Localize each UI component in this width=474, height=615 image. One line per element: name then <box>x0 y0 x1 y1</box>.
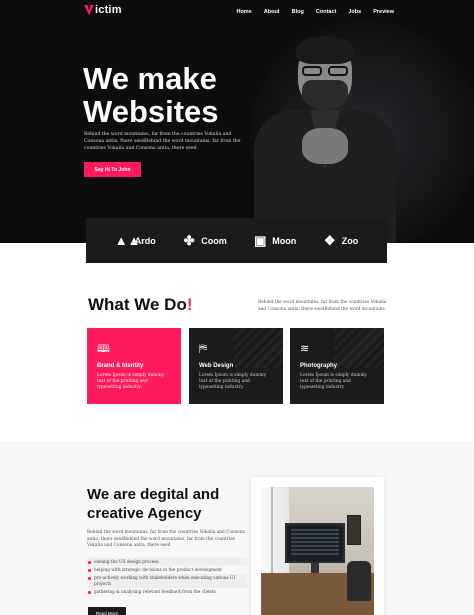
portrait-glasses <box>300 66 350 76</box>
nav-contact[interactable]: Contact <box>316 9 336 15</box>
partner-coom[interactable]: ✤ Coom <box>181 232 227 248</box>
nav-jobs[interactable]: Jobs <box>348 9 361 15</box>
service-card-title: Web Design <box>199 363 234 369</box>
nav-about[interactable]: About <box>264 9 280 15</box>
partner-label: Zoo <box>341 235 359 246</box>
agency-description: Behind the word mountains, far from the … <box>87 530 245 548</box>
list-item: owning the UX design process <box>87 558 247 566</box>
service-card-title: Brand & Identity <box>97 363 144 369</box>
logo-mark-icon <box>84 5 94 15</box>
say-hi-button[interactable]: Say Hi To John <box>84 162 141 177</box>
partner-moon[interactable]: ▣ Moon <box>252 232 297 248</box>
what-we-do-exclamation: ! <box>186 295 193 314</box>
ardo-logo-icon: ▲▲ <box>114 232 141 248</box>
hero-portrait-image <box>250 30 400 243</box>
agency-title-line2: creative Agency <box>87 505 202 522</box>
partner-label: Ardo <box>134 235 156 246</box>
hero-title-line1: We make <box>83 61 217 96</box>
layers-icon: ≋ <box>300 343 310 355</box>
hero-title: We make Websites <box>83 62 219 128</box>
book-icon: 🕮 <box>97 343 110 355</box>
partner-zoo[interactable]: ❖ Zoo <box>322 232 359 248</box>
read-more-button[interactable]: Read More <box>88 607 126 615</box>
service-card-text: Lorem Ipsum is simply dummy text of the … <box>300 373 367 390</box>
service-card-photography[interactable]: ≋ Photography Lorem Ipsum is simply dumm… <box>290 328 384 404</box>
logo-text: ictim <box>95 4 122 16</box>
portrait-hair <box>296 36 354 64</box>
photo-wall-frame <box>347 515 361 545</box>
what-we-do-title-text: What We Do <box>88 295 187 314</box>
moon-logo-icon: ▣ <box>254 232 267 248</box>
nav-blog[interactable]: Blog <box>292 9 304 15</box>
coom-logo-icon: ✤ <box>183 232 195 248</box>
photo-chair <box>347 561 371 601</box>
site-logo[interactable]: ictim <box>84 4 122 16</box>
photo-monitor <box>285 523 345 563</box>
partner-label: Coom <box>201 235 227 246</box>
list-item: gathering & analysing relevant feedback … <box>87 588 247 596</box>
agency-title: We are degital and creative Agency <box>87 485 257 523</box>
portrait-hands <box>302 128 348 164</box>
service-card-brand-identity[interactable]: 🕮 Brand & Identity Lorem Ipsum is simply… <box>87 328 181 404</box>
partner-label: Moon <box>272 235 297 246</box>
service-card-text: Lorem Ipsum is simply dummy text of the … <box>97 373 164 390</box>
hero-section: ictim Home About Blog Contact Jobs Previ… <box>0 0 474 243</box>
partner-logos-strip: ▲▲ Ardo ✤ Coom ▣ Moon ❖ Zoo <box>86 218 387 263</box>
portrait-beard <box>302 80 348 110</box>
partner-ardo[interactable]: ▲▲ Ardo <box>114 232 156 248</box>
service-card-title: Photography <box>300 363 337 369</box>
photo-monitor-stand <box>311 563 319 573</box>
list-item: pro-actively working with stakeholders w… <box>87 574 247 588</box>
agency-desk-photo <box>261 487 374 615</box>
zoo-logo-icon: ❖ <box>323 232 336 248</box>
list-item: helping with strategic decisions in the … <box>87 566 247 574</box>
hero-title-line2: Websites <box>83 94 219 129</box>
nav-preview[interactable]: Preview <box>373 9 394 15</box>
nav-home[interactable]: Home <box>236 9 251 15</box>
what-we-do-description: Behind the word mountains, far from the … <box>258 300 387 312</box>
main-nav: Home About Blog Contact Jobs Preview <box>236 9 394 15</box>
map-icon: ⛿ <box>199 343 207 355</box>
service-card-text: Lorem Ipsum is simply dummy text of the … <box>199 373 266 390</box>
what-we-do-title: What We Do! <box>88 295 193 315</box>
hero-description: Behind the word mountains, far from the … <box>84 132 241 151</box>
agency-title-line1: We are degital and <box>87 486 220 503</box>
agency-feature-list: owning the UX design process helping wit… <box>87 558 247 596</box>
service-card-web-design[interactable]: ⛿ Web Design Lorem Ipsum is simply dummy… <box>189 328 283 404</box>
